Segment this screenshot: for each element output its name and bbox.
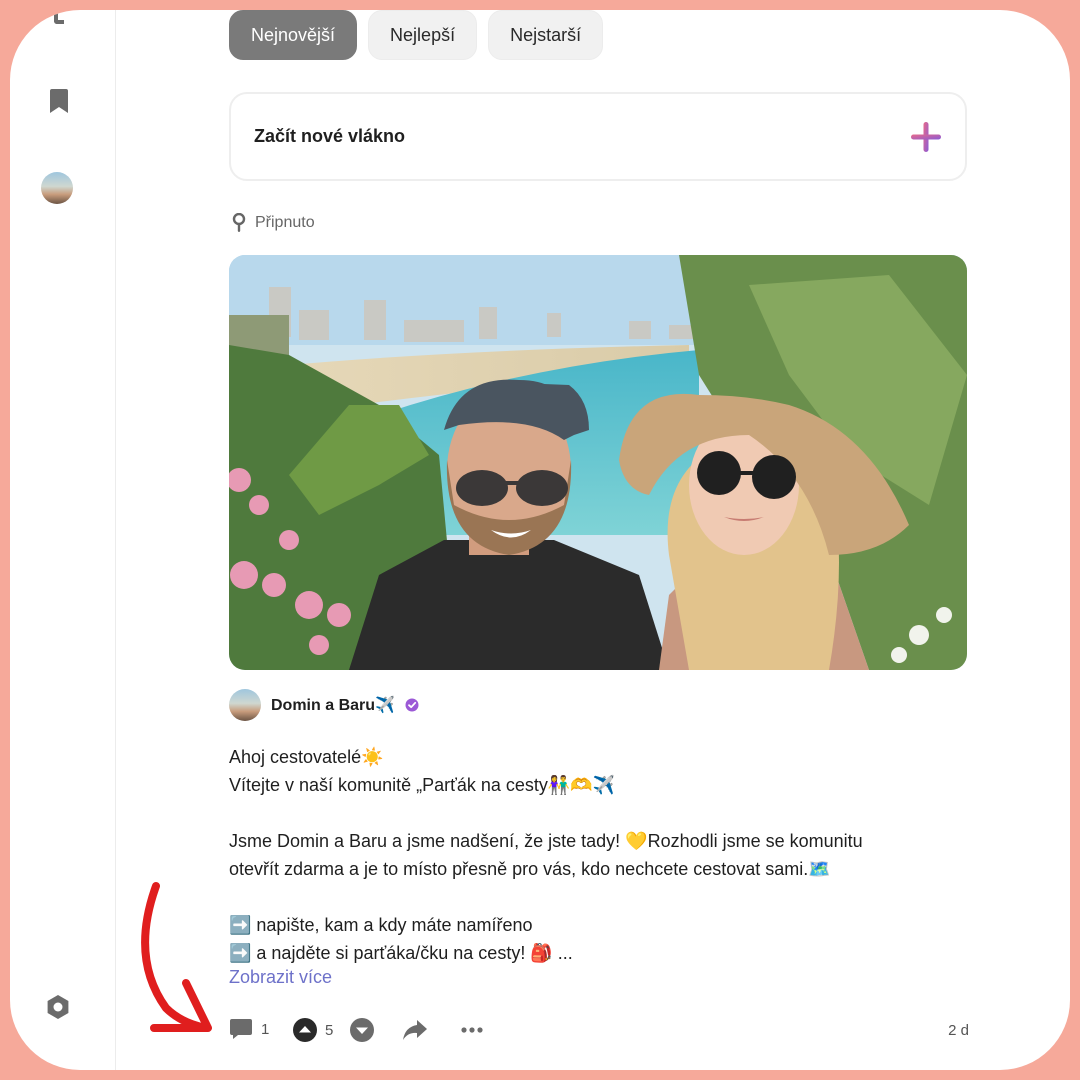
comment-count: 1 [261,1020,270,1038]
post-image[interactable] [229,255,967,670]
comment-icon [230,1019,252,1039]
pinned-label: Připnuto [255,214,315,231]
sort-tabs: Nejnovější Nejlepší Nejstarší [229,10,604,60]
upvote-icon [293,1018,317,1042]
post-line: Jsme Domin a Baru a jsme nadšení, že jst… [229,831,863,851]
avatar[interactable] [41,172,73,204]
show-more-link[interactable]: Zobrazit více [229,967,332,988]
pin-icon [232,213,246,232]
more-icon [461,1027,483,1033]
annotation-arrow-icon [141,882,212,1032]
new-thread-button[interactable]: Začít nové vlákno [229,92,967,181]
comment-button[interactable]: 1 [229,1018,269,1040]
tab-newest[interactable]: Nejnovější [229,10,358,60]
settings-icon[interactable] [44,993,72,1021]
more-options-button[interactable] [461,1024,483,1036]
post-line: Ahoj cestovatelé☀️ [229,747,384,767]
share-icon [403,1020,427,1040]
post-line: Vítejte v naší komunitě „Parťák na cesty… [229,775,616,795]
tab-best[interactable]: Nejlepší [368,10,478,60]
app-screen: Nejnovější Nejlepší Nejstarší Začít nové… [10,10,1070,1070]
beach-photo [229,255,967,670]
feed-icon[interactable] [54,10,64,24]
upvote-button[interactable]: 5 [293,1018,333,1042]
post-actions: 1 5 2 d [229,1018,969,1046]
bookmark-icon[interactable] [47,88,71,114]
tab-oldest[interactable]: Nejstarší [488,10,604,60]
post-body: Ahoj cestovatelé☀️ Vítejte v naší komuni… [229,743,969,967]
post-line: ➡️ napište, kam a kdy máte namířeno [229,915,533,935]
post-line: ➡️ a najděte si parťáka/čku na cesty! 🎒 … [229,943,573,963]
post-author[interactable]: Domin a Baru✈️ [229,689,419,721]
new-thread-label: Začít nové vlákno [254,126,406,146]
author-name[interactable]: Domin a Baru✈️ [271,695,395,715]
post-line: otevřít zdarma a je to místo přesně pro … [229,859,831,879]
verified-icon [405,698,419,712]
share-button[interactable] [402,1018,428,1042]
post-timestamp: 2 d [948,1022,969,1039]
vote-count: 5 [325,1021,334,1039]
plus-icon[interactable] [909,120,943,154]
downvote-button[interactable] [350,1018,374,1042]
pinned-indicator: Připnuto [231,213,315,233]
decorative-frame: Nejnovější Nejlepší Nejstarší Začít nové… [0,0,1080,1080]
left-rail [10,10,116,1070]
author-avatar[interactable] [229,689,261,721]
downvote-icon [350,1018,374,1042]
